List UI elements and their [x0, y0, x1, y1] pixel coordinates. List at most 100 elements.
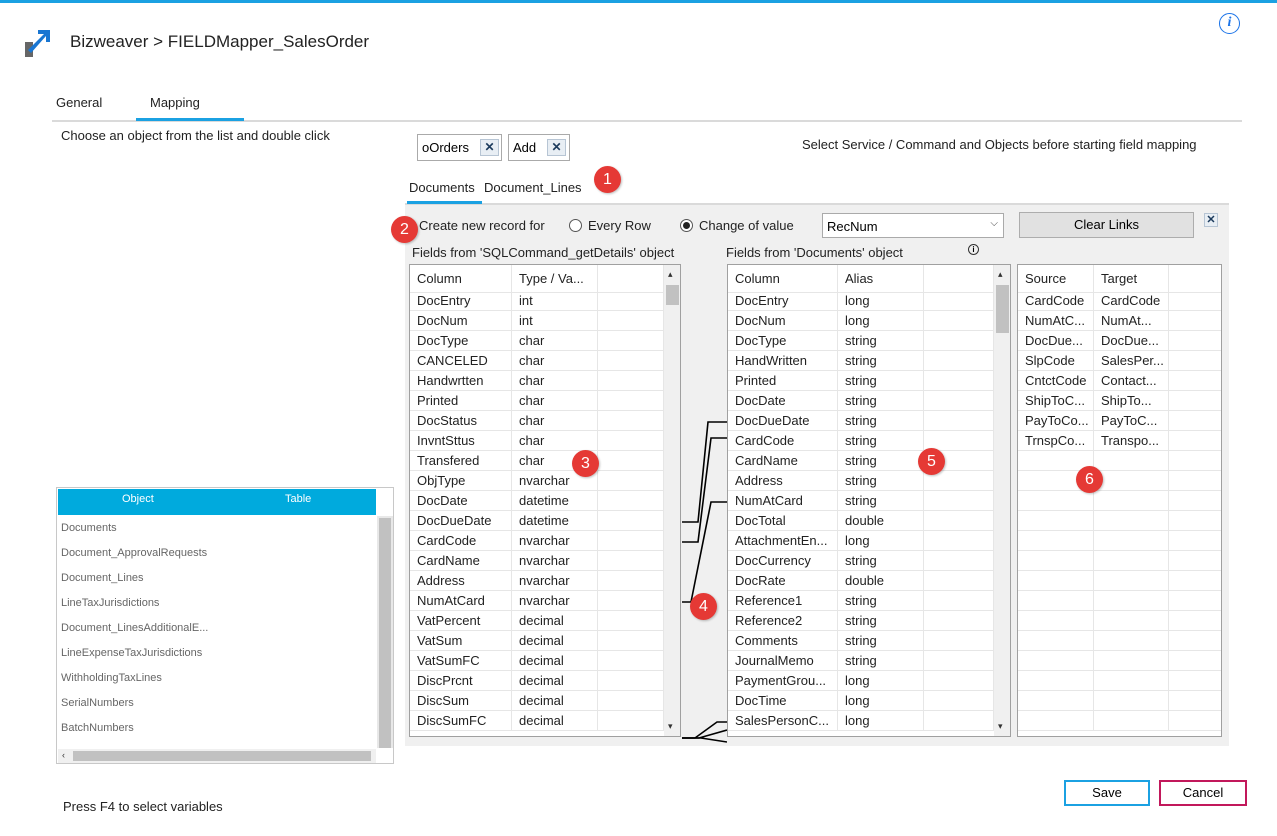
table-row[interactable]: CardCode string [728, 431, 1010, 451]
change-of-value-label[interactable]: Change of value [699, 218, 794, 233]
table-row[interactable] [1018, 651, 1221, 671]
table-row[interactable]: DocRate double [728, 571, 1010, 591]
object-list-item[interactable]: LineExpenseTaxJurisdictions [61, 647, 202, 659]
command-chip-add[interactable]: Add ✕ [508, 134, 570, 161]
object-list-item[interactable]: LineTaxJurisdictions [61, 597, 159, 609]
table-row[interactable]: HandWritten string [728, 351, 1010, 371]
change-of-value-radio[interactable] [680, 219, 693, 232]
table-row[interactable]: PayToCo... PayToC... [1018, 411, 1221, 431]
object-list-item[interactable]: Document_ApprovalRequests [61, 547, 207, 559]
column-header[interactable]: Column [410, 265, 512, 293]
table-row[interactable] [1018, 551, 1221, 571]
table-row[interactable]: JournalMemo string [728, 651, 1010, 671]
table-row[interactable]: DocDue... DocDue... [1018, 331, 1221, 351]
table-row[interactable] [1018, 491, 1221, 511]
table-row[interactable]: DocDueDate datetime [410, 511, 680, 531]
table-row[interactable]: DocNum long [728, 311, 1010, 331]
tab-mapping[interactable]: Mapping [150, 95, 200, 110]
object-list-item[interactable]: SerialNumbers [61, 697, 134, 709]
table-row[interactable] [1018, 611, 1221, 631]
object-list-item[interactable]: Document_LinesAdditionalE... [61, 622, 208, 634]
object-list-item[interactable]: Document_Lines [61, 572, 144, 584]
table-row[interactable] [1018, 571, 1221, 591]
table-row[interactable]: DiscSumFC decimal [410, 711, 680, 731]
table-row[interactable]: DocDueDate string [728, 411, 1010, 431]
table-row[interactable] [1018, 691, 1221, 711]
table-row[interactable]: CardName string [728, 451, 1010, 471]
every-row-label[interactable]: Every Row [588, 218, 651, 233]
table-row[interactable] [1018, 511, 1221, 531]
table-row[interactable]: Printed string [728, 371, 1010, 391]
table-row[interactable]: DocNum int [410, 311, 680, 331]
scroll-up-icon[interactable]: ▴ [998, 269, 1003, 280]
subtab-document-lines[interactable]: Document_Lines [484, 180, 582, 195]
table-row[interactable]: DiscSum decimal [410, 691, 680, 711]
tab-general[interactable]: General [56, 95, 102, 110]
clear-links-button[interactable]: Clear Links [1019, 212, 1194, 238]
cancel-button[interactable]: Cancel [1159, 780, 1247, 806]
alias-header[interactable]: Alias [838, 265, 924, 293]
table-row[interactable]: ObjType nvarchar [410, 471, 680, 491]
info-icon[interactable]: i [968, 244, 979, 255]
table-row[interactable]: Handwrtten char [410, 371, 680, 391]
table-row[interactable] [1018, 591, 1221, 611]
table-row[interactable] [1018, 671, 1221, 691]
table-row[interactable] [1018, 471, 1221, 491]
every-row-radio[interactable] [569, 219, 582, 232]
target-grid-scrollbar[interactable] [994, 265, 1010, 736]
table-row[interactable]: DocType char [410, 331, 680, 351]
table-row[interactable]: CardCode CardCode [1018, 291, 1221, 311]
table-row[interactable]: VatSum decimal [410, 631, 680, 651]
table-row[interactable]: DocCurrency string [728, 551, 1010, 571]
table-row[interactable]: DocTotal double [728, 511, 1010, 531]
table-row[interactable]: TrnspCo... Transpo... [1018, 431, 1221, 451]
table-row[interactable]: CardCode nvarchar [410, 531, 680, 551]
table-row[interactable] [1018, 451, 1221, 471]
table-row[interactable]: DocTime long [728, 691, 1010, 711]
type-header[interactable]: Type / Va... [512, 265, 598, 293]
table-row[interactable]: VatSumFC decimal [410, 651, 680, 671]
table-row[interactable]: Reference2 string [728, 611, 1010, 631]
change-field-dropdown[interactable]: RecNum ⌵ [822, 213, 1004, 238]
table-row[interactable]: AttachmentEn... long [728, 531, 1010, 551]
table-row[interactable]: DiscPrcnt decimal [410, 671, 680, 691]
table-row[interactable]: Transfered char [410, 451, 680, 471]
table-row[interactable]: DocStatus char [410, 411, 680, 431]
scroll-up-icon[interactable]: ▴ [668, 269, 673, 280]
table-row[interactable]: Printed char [410, 391, 680, 411]
table-row[interactable]: SalesPersonC... long [728, 711, 1010, 731]
object-list-item[interactable]: WithholdingTaxLines [61, 672, 162, 684]
scroll-down-icon[interactable]: ▾ [668, 721, 673, 732]
remove-chip-icon[interactable]: ✕ [547, 139, 566, 156]
object-list-item[interactable]: Documents [61, 522, 117, 534]
info-icon[interactable]: i [1219, 13, 1240, 34]
table-row[interactable]: VatPercent decimal [410, 611, 680, 631]
source-grid-scroll-thumb[interactable] [666, 285, 679, 305]
object-table-h-scroll-thumb[interactable] [73, 751, 371, 761]
table-row[interactable]: Comments string [728, 631, 1010, 651]
table-row[interactable]: PaymentGrou... long [728, 671, 1010, 691]
table-row[interactable]: NumAtC... NumAt... [1018, 311, 1221, 331]
service-chip-oorders[interactable]: oOrders ✕ [417, 134, 502, 161]
table-row[interactable]: DocEntry int [410, 291, 680, 311]
table-row[interactable]: InvntSttus char [410, 431, 680, 451]
source-header[interactable]: Source [1018, 265, 1094, 293]
source-grid-scrollbar[interactable] [664, 265, 680, 736]
table-row[interactable]: ShipToC... ShipTo... [1018, 391, 1221, 411]
table-row[interactable]: Address string [728, 471, 1010, 491]
scroll-down-icon[interactable]: ▾ [998, 721, 1003, 732]
scroll-left-icon[interactable]: ‹ [62, 750, 65, 760]
table-row[interactable]: DocType string [728, 331, 1010, 351]
target-header[interactable]: Target [1094, 265, 1169, 293]
table-row[interactable] [1018, 631, 1221, 651]
close-mapping-icon[interactable]: ✕ [1204, 213, 1218, 227]
object-list-item[interactable]: BatchNumbers [61, 722, 134, 734]
column-header[interactable]: Column [728, 265, 838, 293]
save-button[interactable]: Save [1064, 780, 1150, 806]
object-table-scroll-thumb[interactable] [379, 518, 391, 748]
object-column-header[interactable]: Object [122, 493, 154, 505]
table-row[interactable]: CardName nvarchar [410, 551, 680, 571]
target-grid-scroll-thumb[interactable] [996, 285, 1009, 333]
table-row[interactable]: DocDate datetime [410, 491, 680, 511]
subtab-documents[interactable]: Documents [409, 180, 475, 195]
